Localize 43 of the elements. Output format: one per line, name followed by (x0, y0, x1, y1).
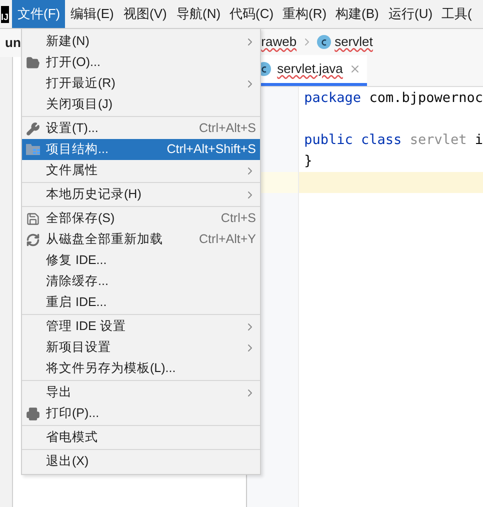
shortcut: Ctrl+Alt+Shift+S (166, 141, 256, 158)
menu-item[interactable]: 新项目设置 (22, 337, 260, 358)
menu-bar-item[interactable]: 编辑(E) (64, 0, 118, 28)
shortcut: Ctrl+S (220, 210, 256, 228)
menu-bar-item[interactable]: 重构(R) (276, 0, 330, 28)
menu-bar-item[interactable]: 视图(V) (118, 0, 171, 28)
menu-bar-item[interactable]: 代码(C) (224, 0, 277, 28)
class-icon (316, 35, 331, 49)
menu-item[interactable]: 修复 IDE... (22, 250, 260, 271)
breadcrumb-item[interactable]: servlet (334, 32, 373, 52)
menu-item[interactable]: 导出 (22, 382, 260, 403)
menu-item[interactable]: 本地历史记录(H) (22, 184, 260, 205)
close-icon[interactable] (348, 63, 361, 75)
menu-item[interactable]: 将文件另存为模板(L)... (22, 358, 260, 379)
menu-item[interactable]: 重启 IDE... (22, 292, 260, 313)
breadcrumb-item[interactable]: raweb (261, 32, 297, 52)
shortcut: Ctrl+Alt+S (199, 120, 256, 138)
menu-item[interactable]: 文件属性 (22, 160, 260, 181)
menu-item[interactable]: 项目结构... Ctrl+Alt+Shift+S (22, 139, 260, 160)
menu-item[interactable]: 设置(T)... Ctrl+Alt+S (22, 118, 260, 139)
menu-item[interactable]: 全部保存(S) Ctrl+S (22, 208, 260, 229)
menu-item[interactable]: 退出(X) (22, 451, 260, 472)
menu-bar-item[interactable]: 导航(N) (170, 0, 224, 28)
printer-icon (26, 406, 40, 420)
menu-item[interactable]: 从磁盘全部重新加载 Ctrl+Alt+Y (22, 229, 260, 250)
shortcut: Ctrl+Alt+Y (199, 231, 256, 248)
menu-bar-item[interactable]: 工具( (436, 0, 483, 28)
menu-bar-item[interactable]: 文件(F) (12, 0, 65, 28)
menu-item[interactable]: 新建(N) (22, 31, 260, 52)
menu-bar-item[interactable]: 构建(B) (330, 0, 383, 28)
menu-bar-item[interactable]: 运行(U) (382, 0, 436, 28)
app-logo: IJ (1, 6, 9, 22)
menu-item[interactable]: 管理 IDE 设置 (22, 316, 260, 337)
wrench-icon (26, 122, 40, 136)
folder-grid-icon (26, 143, 41, 156)
menu-item[interactable]: 打印(P)... (22, 403, 260, 424)
panel-title: un (5, 34, 21, 52)
menu-item[interactable]: 清除缓存... (22, 271, 260, 292)
reload-icon (26, 232, 40, 246)
menu-item[interactable]: 关闭项目(J) (22, 94, 260, 115)
folder-icon (26, 56, 40, 70)
menu-item[interactable]: 省电模式 (22, 427, 260, 448)
tab-label: servlet.java (277, 60, 343, 78)
